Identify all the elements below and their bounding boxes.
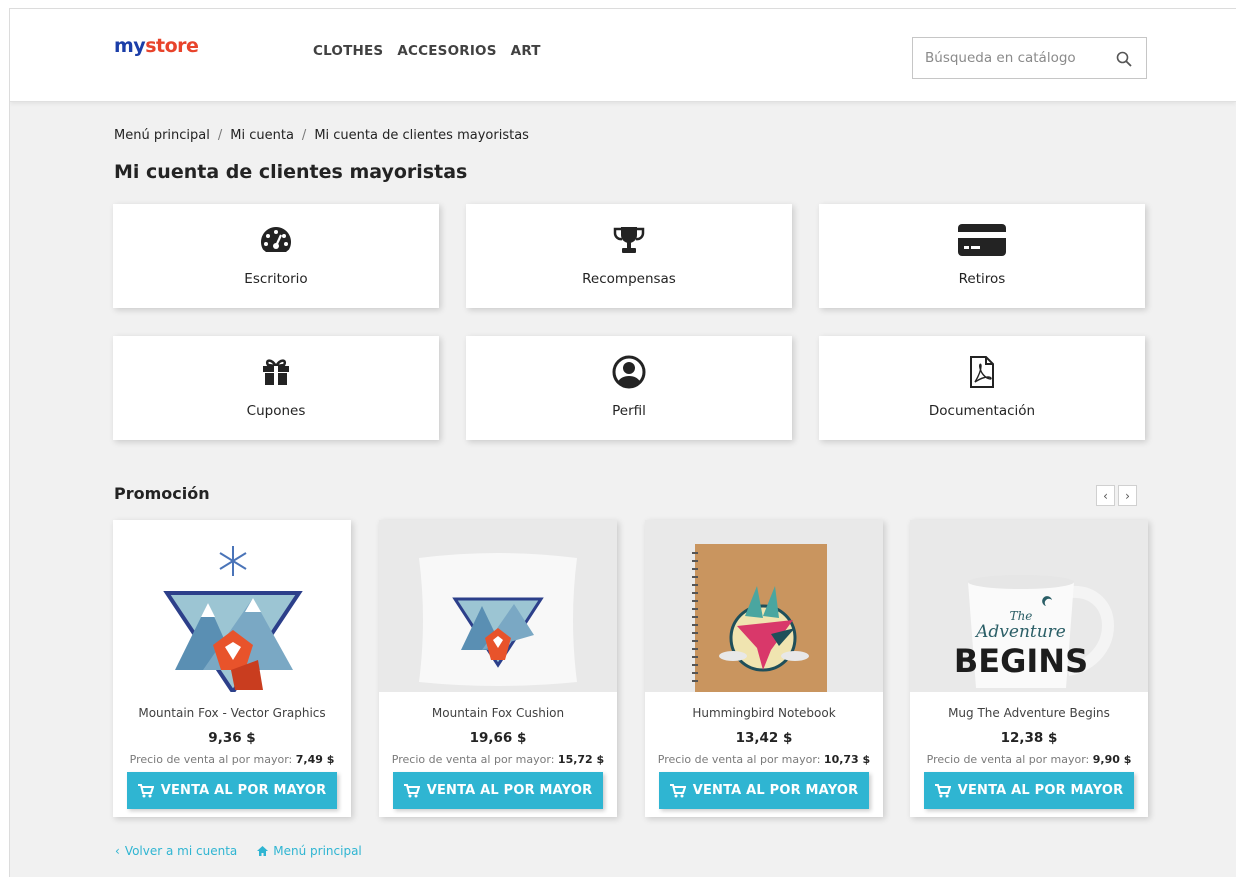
breadcrumb-separator: / [301, 128, 307, 143]
wholesale-price: Precio de venta al por mayor: 15,72 $ [379, 753, 617, 766]
chevron-left-icon: ‹ [115, 844, 120, 858]
wholesale-value: 10,73 $ [823, 753, 871, 766]
wholesale-price: Precio de venta al por mayor: 7,49 $ [113, 753, 351, 766]
wholesale-button-label: VENTA AL POR MAYOR [160, 783, 327, 798]
wholesale-price: Precio de venta al por mayor: 10,73 $ [645, 753, 883, 766]
chevron-right-icon[interactable]: › [1118, 485, 1137, 506]
gift-icon [252, 354, 300, 390]
home-icon [257, 846, 269, 856]
home-label: Menú principal [273, 844, 362, 858]
wholesale-label: Precio de venta al por mayor: [926, 753, 1090, 766]
tile-label: Documentación [928, 403, 1036, 419]
product-name[interactable]: Hummingbird Notebook [645, 706, 883, 720]
wholesale-button[interactable]: VENTA AL POR MAYOR [659, 772, 869, 809]
promotion-title: Promoción [114, 484, 210, 503]
tile-label: Perfil [612, 403, 646, 419]
logo-part-store: store [145, 35, 199, 57]
breadcrumb-separator: / [217, 128, 223, 143]
main-nav: CLOTHES ACCESORIOS ART [313, 43, 541, 59]
breadcrumb-home[interactable]: Menú principal [114, 128, 210, 143]
user-circle-icon [605, 354, 653, 390]
pdf-file-icon [958, 354, 1006, 390]
breadcrumb-account[interactable]: Mi cuenta [230, 128, 294, 143]
breadcrumb-current: Mi cuenta de clientes mayoristas [314, 128, 529, 143]
dashboard-icon [252, 222, 300, 258]
tile-label: Retiros [958, 271, 1006, 287]
tile-escritorio[interactable]: Escritorio [113, 204, 439, 308]
product-image[interactable] [379, 520, 617, 692]
store-logo[interactable]: my store [114, 35, 199, 57]
mug-text-line3: BEGINS [954, 642, 1088, 680]
wholesale-label: Precio de venta al por mayor: [657, 753, 821, 766]
product-name[interactable]: Mug The Adventure Begins [910, 706, 1148, 720]
tile-recompensas[interactable]: Recompensas [466, 204, 792, 308]
product-card[interactable]: Mountain Fox - Vector Graphics 9,36 $ Pr… [113, 520, 351, 817]
tile-cupones[interactable]: Cupones [113, 336, 439, 440]
page-frame: my store CLOTHES ACCESORIOS ART Menú pri… [9, 8, 1236, 877]
cart-icon [934, 783, 951, 797]
wholesale-value: 7,49 $ [295, 753, 335, 766]
chevron-left-icon[interactable]: ‹ [1096, 485, 1115, 506]
wholesale-label: Precio de venta al por mayor: [391, 753, 555, 766]
logo-part-my: my [114, 35, 146, 57]
tile-label: Escritorio [244, 271, 308, 287]
wholesale-price: Precio de venta al por mayor: 9,90 $ [910, 753, 1148, 766]
product-card[interactable]: Mountain Fox Cushion 19,66 $ Precio de v… [379, 520, 617, 817]
search-input[interactable] [913, 38, 1103, 78]
product-price: 12,38 $ [1000, 730, 1058, 746]
mug-text-line2: Adventure [974, 622, 1066, 642]
back-to-account-label: Volver a mi cuenta [124, 844, 238, 858]
wholesale-button[interactable]: VENTA AL POR MAYOR [924, 772, 1134, 809]
product-card[interactable]: Hummingbird Notebook 13,42 $ Precio de v… [645, 520, 883, 817]
wholesale-button-label: VENTA AL POR MAYOR [426, 783, 593, 798]
tile-retiros[interactable]: Retiros [819, 204, 1145, 308]
product-name[interactable]: Mountain Fox - Vector Graphics [113, 706, 351, 720]
product-card[interactable]: The Adventure BEGINS Mug The Adventure B… [910, 520, 1148, 817]
mug-text-line1: The [1010, 609, 1033, 623]
cart-icon [403, 783, 420, 797]
nav-item-clothes[interactable]: CLOTHES [313, 43, 383, 59]
tile-documentacion[interactable]: Documentación [819, 336, 1145, 440]
search-icon[interactable] [1116, 51, 1132, 67]
wholesale-value: 15,72 $ [557, 753, 605, 766]
back-to-account-link[interactable]: ‹ Volver a mi cuenta [115, 844, 237, 858]
product-name[interactable]: Mountain Fox Cushion [379, 706, 617, 720]
cart-icon [669, 783, 686, 797]
tile-perfil[interactable]: Perfil [466, 336, 792, 440]
site-header: my store CLOTHES ACCESORIOS ART [10, 9, 1236, 102]
page-title: Mi cuenta de clientes mayoristas [114, 161, 468, 183]
product-price: 19,66 $ [469, 730, 527, 746]
cart-icon [137, 783, 154, 797]
product-image[interactable] [645, 520, 883, 692]
product-price: 9,36 $ [208, 730, 256, 746]
footer-links: ‹ Volver a mi cuenta Menú principal [115, 844, 362, 858]
wholesale-label: Precio de venta al por mayor: [129, 753, 293, 766]
wholesale-button[interactable]: VENTA AL POR MAYOR [127, 772, 337, 809]
product-price: 13,42 $ [735, 730, 793, 746]
nav-item-accesorios[interactable]: ACCESORIOS [397, 43, 496, 59]
credit-card-icon [958, 222, 1006, 258]
nav-item-art[interactable]: ART [511, 43, 541, 59]
product-image[interactable] [113, 520, 351, 692]
tile-label: Cupones [246, 403, 306, 419]
snowflake-graphic [219, 546, 247, 576]
search-box [912, 37, 1147, 79]
breadcrumb: Menú principal / Mi cuenta / Mi cuenta d… [114, 128, 529, 143]
carousel-arrows: ‹ › [1096, 485, 1137, 506]
trophy-icon [605, 222, 653, 258]
wholesale-button-label: VENTA AL POR MAYOR [692, 783, 859, 798]
wholesale-button-label: VENTA AL POR MAYOR [957, 783, 1124, 798]
product-image[interactable]: The Adventure BEGINS [910, 520, 1148, 692]
home-link[interactable]: Menú principal [257, 844, 362, 858]
wholesale-value: 9,90 $ [1092, 753, 1132, 766]
wholesale-button[interactable]: VENTA AL POR MAYOR [393, 772, 603, 809]
tile-label: Recompensas [582, 271, 676, 287]
